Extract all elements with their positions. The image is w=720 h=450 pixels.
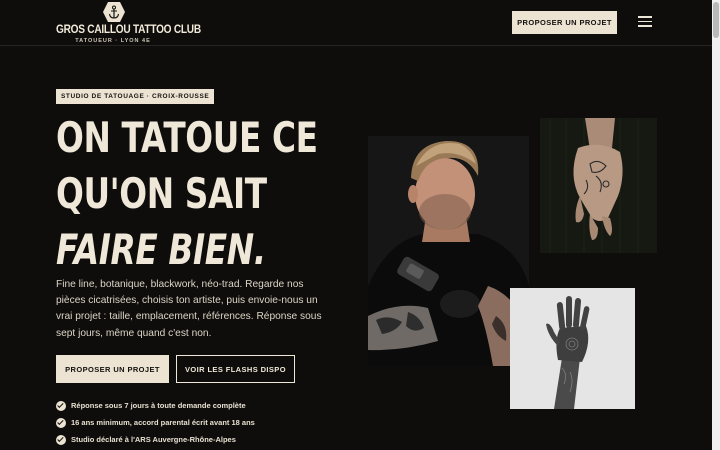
check-text: Studio déclaré à l'ARS Auvergne-Rhône-Al… xyxy=(71,435,236,444)
menu-line xyxy=(638,20,652,22)
assurance-list: Réponse sous 7 jours à toute demande com… xyxy=(56,397,255,448)
hero-intro: Fine line, botanique, blackwork, néo-tra… xyxy=(56,279,322,339)
site-header: GROS CAILLOU TATTOO CLUB TATOUEUR · LYON… xyxy=(0,0,712,46)
headline-line-2: QU'ON SAIT xyxy=(56,169,267,218)
headline-line-3: FAIRE BIEN. xyxy=(56,225,266,274)
hero-headline: ON TATOUE CE QU'ON SAIT FAIRE BIEN. xyxy=(56,110,318,278)
check-text: 16 ans minimum, accord parental écrit av… xyxy=(71,418,255,427)
check-circle-icon xyxy=(56,417,66,428)
list-item: Studio déclaré à l'ARS Auvergne-Rhône-Al… xyxy=(56,431,255,448)
page-scrollbar[interactable] xyxy=(712,0,720,450)
check-circle-icon xyxy=(56,400,66,411)
arm-tattoo-illustration xyxy=(510,288,635,409)
menu-line xyxy=(638,16,652,18)
headline-line-1: ON TATOUE CE xyxy=(56,113,318,162)
tattoo-artist-illustration xyxy=(368,136,529,366)
anchor-icon xyxy=(103,2,125,22)
tattoo-artist-photo xyxy=(368,136,529,366)
check-text: Réponse sous 7 jours à toute demande com… xyxy=(71,401,246,410)
studio-tag: STUDIO DE TATOUAGE · CROIX-ROUSSE xyxy=(56,89,215,104)
header-propose-project-button[interactable]: PROPOSER UN PROJET xyxy=(512,11,617,34)
brand-name: GROS CAILLOU TATTOO CLUB xyxy=(56,24,201,36)
brand-tagline: TATOUEUR · LYON 4E xyxy=(75,38,151,44)
hand-tattoo-illustration xyxy=(540,118,657,253)
menu-line xyxy=(638,25,652,27)
list-item: 16 ans minimum, accord parental écrit av… xyxy=(56,414,255,431)
list-item: Réponse sous 7 jours à toute demande com… xyxy=(56,397,255,414)
view-flashs-button[interactable]: VOIR LES FLASHS DISPO xyxy=(176,355,295,383)
brand-logo[interactable]: GROS CAILLOU TATTOO CLUB TATOUEUR · LYON… xyxy=(56,0,201,46)
arm-tattoo-photo xyxy=(510,288,635,409)
hand-tattoo-photo xyxy=(540,118,657,253)
propose-project-button[interactable]: PROPOSER UN PROJET xyxy=(56,355,169,383)
scrollbar-thumb[interactable] xyxy=(713,2,719,38)
hamburger-menu-icon[interactable] xyxy=(638,16,652,28)
check-circle-icon xyxy=(56,434,66,445)
